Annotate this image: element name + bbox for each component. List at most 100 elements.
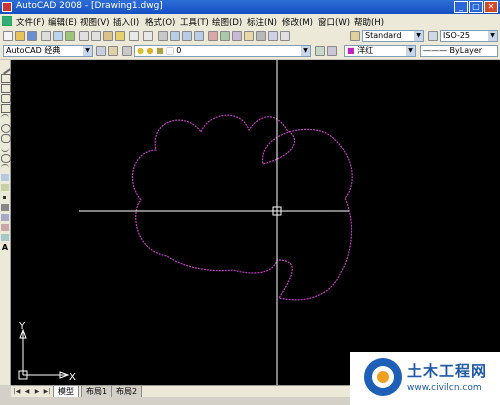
insert-block-icon[interactable] (1, 174, 9, 181)
open-file-icon[interactable] (15, 31, 25, 41)
chevron-down-icon: ▼ (488, 31, 497, 41)
print-icon[interactable] (41, 31, 51, 41)
region-icon[interactable] (1, 224, 9, 231)
zoom-window-icon[interactable] (182, 31, 192, 41)
menu-dimension[interactable]: 标注(N) (247, 16, 277, 28)
draw-toolbar: A (0, 60, 11, 385)
redo-icon[interactable] (143, 31, 153, 41)
zoom-realtime-icon[interactable] (170, 31, 180, 41)
close-button[interactable]: ✕ (484, 1, 498, 13)
workspace-select[interactable]: AutoCAD 经典 ▼ (3, 45, 93, 57)
make-block-icon[interactable] (1, 184, 9, 191)
color-select[interactable]: ■ 洋红 ▼ (344, 45, 416, 57)
next-tab-icon[interactable]: ▶ (33, 388, 41, 396)
civilcn-logo-icon (364, 358, 402, 396)
line-sample-icon: ——— (423, 46, 447, 55)
lock-icon: ■ (156, 46, 164, 55)
quickcalc-icon[interactable] (268, 31, 278, 41)
menu-draw[interactable]: 绘图(D) (212, 16, 242, 28)
text-style-icon[interactable] (350, 31, 360, 41)
menu-tools[interactable]: 工具(T) (180, 16, 209, 28)
menu-help[interactable]: 帮助(H) (354, 16, 384, 28)
markup-icon[interactable] (256, 31, 266, 41)
menu-edit[interactable]: 编辑(E) (48, 16, 77, 28)
layer-color-swatch: ■ (166, 46, 174, 55)
title-bar: AutoCAD 2008 - [Drawing1.dwg] _ □ ✕ (0, 0, 500, 14)
design-center-icon[interactable] (220, 31, 230, 41)
menu-view[interactable]: 视图(V) (80, 16, 109, 28)
menu-window[interactable]: 窗口(W) (318, 16, 350, 28)
make-object-layer-current-icon[interactable] (315, 46, 325, 56)
menu-format[interactable]: 格式(O) (145, 16, 175, 28)
layers-properties-toolbar: AutoCAD 经典 ▼ ● ● ■ ■ 0 ▼ ■ 洋红 ▼ ——— ByLa… (0, 44, 500, 60)
document-icon[interactable] (2, 16, 12, 26)
new-file-icon[interactable] (3, 31, 13, 41)
dim-style-select[interactable]: ISO-25 ▼ (440, 30, 498, 42)
save-icon[interactable] (27, 31, 37, 41)
layer-previous-icon[interactable] (327, 46, 337, 56)
copy-icon[interactable] (91, 31, 101, 41)
properties-icon[interactable] (208, 31, 218, 41)
undo-icon[interactable] (129, 31, 139, 41)
standard-toolbar: Standard ▼ ISO-25 ▼ (0, 29, 500, 45)
watermark-name: 土木工程网 (407, 362, 488, 380)
table-icon[interactable] (1, 234, 9, 241)
menu-file[interactable]: 文件(F) (16, 16, 45, 28)
gradient-icon[interactable] (1, 214, 9, 221)
cut-icon[interactable] (79, 31, 89, 41)
construction-line-icon[interactable] (1, 74, 11, 83)
point-icon[interactable] (3, 196, 6, 199)
sheet-set-icon[interactable] (244, 31, 254, 41)
site-watermark: 土木工程网 www.civilcn.com (350, 352, 500, 405)
sun-icon: ● (146, 46, 154, 55)
my-workspace-icon[interactable] (108, 46, 118, 56)
match-properties-icon[interactable] (115, 31, 125, 41)
revision-cloud-shape[interactable] (131, 114, 353, 301)
paste-icon[interactable] (103, 31, 113, 41)
arc-icon[interactable] (1, 114, 9, 122)
circle-icon[interactable] (1, 124, 11, 133)
tool-palettes-icon[interactable] (232, 31, 242, 41)
layer-manager-icon[interactable] (122, 46, 132, 56)
hatch-icon[interactable] (1, 204, 9, 211)
minimize-button[interactable]: _ (454, 1, 468, 13)
pan-icon[interactable] (158, 31, 168, 41)
ucs-icon (18, 328, 70, 380)
ellipse-icon[interactable] (1, 154, 11, 163)
zoom-previous-icon[interactable] (194, 31, 204, 41)
menu-modify[interactable]: 修改(M) (282, 16, 313, 28)
line-tool-icon[interactable] (0, 62, 11, 75)
chevron-down-icon: ▼ (406, 46, 415, 56)
publish-icon[interactable] (65, 31, 75, 41)
autocad-app-icon[interactable] (2, 2, 12, 12)
text-style-select[interactable]: Standard ▼ (362, 30, 424, 42)
multiline-text-icon[interactable]: A (1, 244, 9, 252)
linetype-select[interactable]: ——— ByLayer (420, 45, 498, 57)
lightbulb-icon: ● (137, 46, 144, 55)
plot-preview-icon[interactable] (53, 31, 63, 41)
drawing-canvas[interactable]: Y X (11, 60, 500, 385)
prev-tab-icon[interactable]: ◀ (23, 388, 31, 396)
chevron-down-icon: ▼ (301, 46, 310, 56)
menu-insert[interactable]: 插入(I) (113, 16, 139, 28)
layer-select[interactable]: ● ● ■ ■ 0 ▼ (134, 45, 311, 57)
polygon-icon[interactable] (1, 94, 11, 103)
maximize-button[interactable]: □ (469, 1, 483, 13)
magenta-swatch-icon: ■ (347, 46, 355, 55)
ellipse-arc-icon[interactable] (1, 164, 9, 172)
help-icon[interactable] (280, 31, 290, 41)
workspace-settings-icon[interactable] (96, 46, 106, 56)
rectangle-icon[interactable] (1, 104, 11, 113)
last-tab-icon[interactable]: ▶| (43, 388, 51, 396)
watermark-url: www.civilcn.com (407, 383, 482, 393)
first-tab-icon[interactable]: |◀ (13, 388, 21, 396)
spline-icon[interactable] (1, 144, 9, 152)
chevron-down-icon: ▼ (83, 46, 92, 56)
dim-style-icon[interactable] (428, 31, 438, 41)
revision-cloud-icon[interactable] (1, 134, 11, 143)
ucs-x-label: X (69, 372, 76, 383)
polyline-icon[interactable] (1, 84, 11, 93)
ucs-y-label: Y (18, 321, 26, 332)
chevron-down-icon: ▼ (414, 31, 423, 41)
window-title: AutoCAD 2008 - [Drawing1.dwg] (16, 1, 163, 11)
